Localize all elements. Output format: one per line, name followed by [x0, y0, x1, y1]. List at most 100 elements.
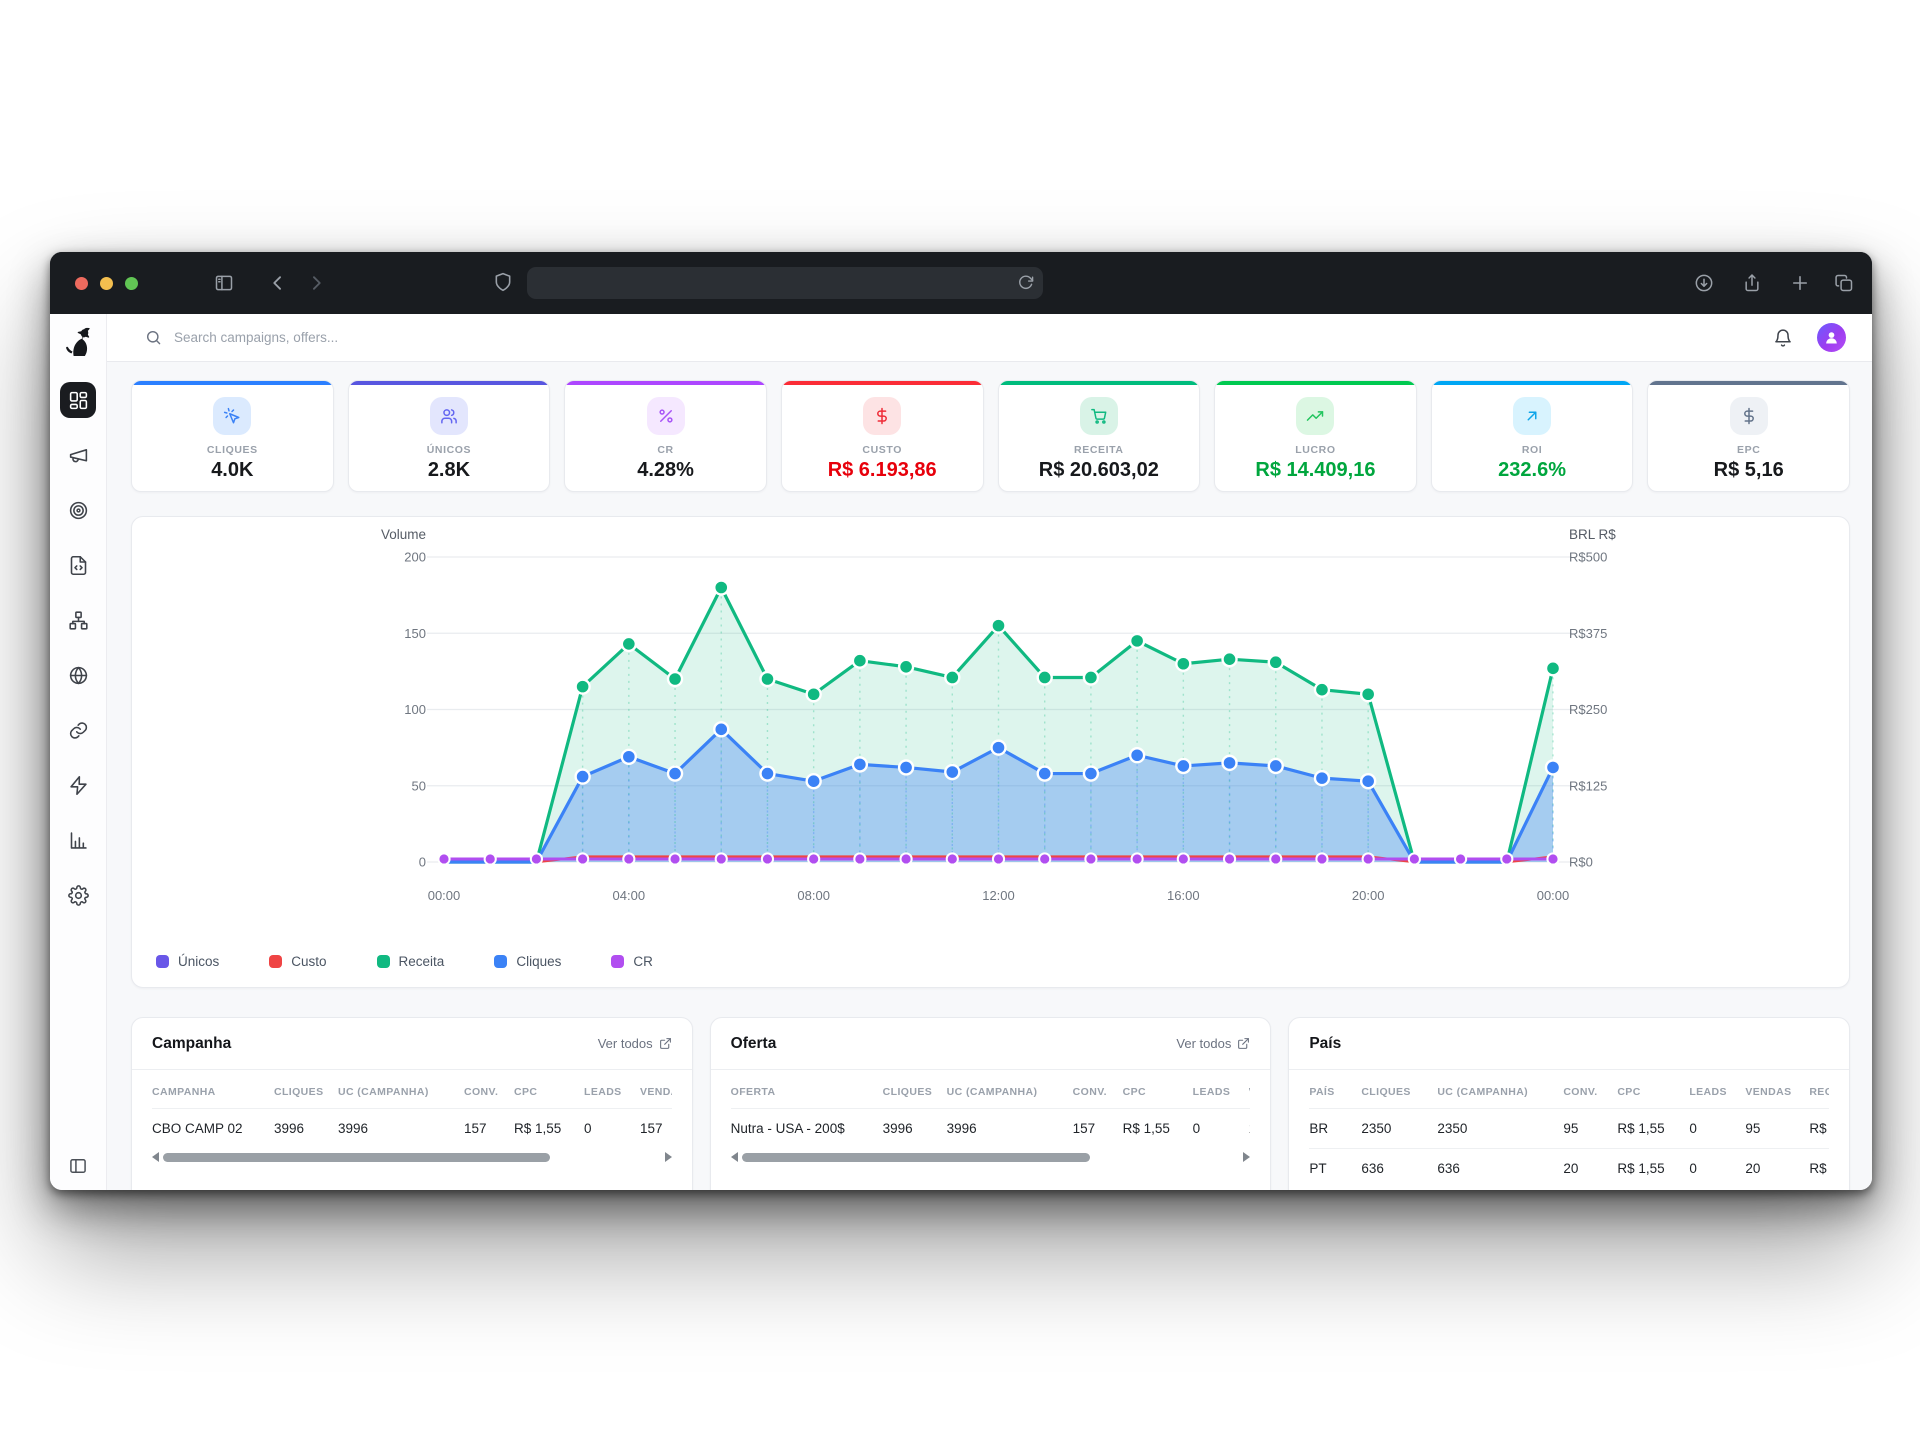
global-search[interactable] — [145, 329, 1773, 346]
table-cell: R$ 1,55 — [1617, 1148, 1689, 1188]
column-header: VENDAS — [1745, 1074, 1809, 1108]
minimize-window-button[interactable] — [100, 277, 113, 290]
dollar-icon — [863, 397, 901, 435]
ver-todos-link[interactable]: Ver todos — [1176, 1036, 1250, 1051]
scrollbar-thumb[interactable] — [742, 1153, 1090, 1162]
table-cell: BR — [1309, 1108, 1361, 1148]
stat-value: 4.0K — [211, 459, 253, 482]
shield-icon[interactable] — [493, 272, 513, 292]
users-icon — [430, 397, 468, 435]
browser-sidebar-toggle-icon[interactable] — [214, 273, 234, 293]
stat-accent-bar — [999, 381, 1200, 385]
column-header: CLIQUES — [883, 1074, 947, 1108]
sidebar-item-bar-chart[interactable] — [60, 822, 96, 858]
target-icon — [68, 500, 89, 521]
sidebar-item-link[interactable] — [60, 712, 96, 748]
globe-icon — [68, 665, 89, 686]
table-cell: 2350 — [1361, 1108, 1437, 1148]
horizontal-scrollbar[interactable] — [731, 1149, 1251, 1165]
stat-accent-bar — [1215, 381, 1416, 385]
stat-value: R$ 5,16 — [1714, 459, 1784, 482]
sidebar-item-globe[interactable] — [60, 657, 96, 693]
table-cell: 95 — [1563, 1108, 1617, 1148]
svg-text:08:00: 08:00 — [797, 888, 830, 903]
legend-item-únicos[interactable]: Únicos — [156, 954, 219, 969]
stat-card-lucro: LUCROR$ 14.409,16 — [1214, 380, 1417, 492]
stat-label: RECEITA — [1074, 444, 1124, 456]
legend-swatch — [269, 955, 282, 968]
svg-text:R$125: R$125 — [1569, 778, 1607, 793]
scroll-left-arrow[interactable] — [152, 1152, 159, 1162]
scroll-left-arrow[interactable] — [731, 1152, 738, 1162]
share-icon[interactable] — [1742, 273, 1762, 293]
back-icon[interactable] — [268, 273, 288, 293]
table-cell: 0 — [1689, 1148, 1745, 1188]
svg-text:04:00: 04:00 — [613, 888, 646, 903]
dog-logo[interactable] — [63, 326, 93, 356]
column-header: CLIQUES — [274, 1074, 338, 1108]
sidebar-item-file-code[interactable] — [60, 547, 96, 583]
legend-item-cr[interactable]: CR — [611, 954, 653, 969]
column-header: OFERTA — [731, 1074, 883, 1108]
stat-value: R$ 14.409,16 — [1255, 459, 1375, 482]
sidebar-item-target[interactable] — [60, 492, 96, 528]
click-icon — [213, 397, 251, 435]
dollar-icon — [1730, 397, 1768, 435]
search-icon — [145, 329, 162, 346]
zoom-window-button[interactable] — [125, 277, 138, 290]
volume-chart: 200R$500150R$375100R$25050R$1250R$0Volum… — [132, 517, 1851, 989]
new-tab-icon[interactable] — [1790, 273, 1810, 293]
ver-todos-label: Ver todos — [1176, 1036, 1231, 1051]
svg-text:R$0: R$0 — [1569, 855, 1593, 870]
legend-item-receita[interactable]: Receita — [377, 954, 445, 969]
legend-item-custo[interactable]: Custo — [269, 954, 326, 969]
sidebar-item-dashboard[interactable] — [60, 382, 96, 418]
svg-text:BRL R$: BRL R$ — [1569, 527, 1616, 542]
notifications-bell-icon[interactable] — [1773, 328, 1793, 348]
column-header: CAMPANHA — [152, 1074, 274, 1108]
tab-overview-icon[interactable] — [1834, 273, 1854, 293]
app-sidebar — [50, 314, 107, 1190]
table-cell: 0 — [1193, 1108, 1249, 1148]
sidebar-item-zap[interactable] — [60, 767, 96, 803]
stat-value: R$ 6.193,86 — [828, 459, 937, 482]
column-header: CPC — [1123, 1074, 1193, 1108]
megaphone-icon — [68, 445, 89, 466]
stat-cards-row: CLIQUES4.0KÚNICOS2.8KCR4.28%CUSTOR$ 6.19… — [131, 380, 1850, 492]
legend-item-cliques[interactable]: Cliques — [494, 954, 561, 969]
horizontal-scrollbar[interactable] — [152, 1149, 672, 1165]
table-body: OFERTACLIQUESUC (CAMPANHA)CONV.CPCLEADSV… — [711, 1070, 1271, 1171]
search-input[interactable] — [174, 330, 594, 345]
stat-label: CUSTO — [862, 444, 902, 456]
users-icon — [440, 407, 458, 425]
table-card-país: PaísPAÍSCLIQUESUC (CAMPANHA)CONV.CPCLEAD… — [1288, 1017, 1850, 1190]
stat-accent-bar — [1432, 381, 1633, 385]
trending-up-icon — [1306, 407, 1324, 425]
scrollbar-thumb[interactable] — [163, 1153, 550, 1162]
sidebar-item-sitemap[interactable] — [60, 602, 96, 638]
table-cell: 3996 — [883, 1108, 947, 1148]
stat-accent-bar — [782, 381, 983, 385]
sidebar-collapse[interactable] — [50, 1156, 106, 1176]
stat-card-cr: CR4.28% — [564, 380, 767, 492]
arrow-up-right-icon — [1513, 397, 1551, 435]
downloads-icon[interactable] — [1694, 273, 1714, 293]
scroll-right-arrow[interactable] — [665, 1152, 672, 1162]
sidebar-item-megaphone[interactable] — [60, 437, 96, 473]
legend-label: Cliques — [516, 954, 561, 969]
user-avatar[interactable] — [1817, 323, 1846, 352]
table-cell: 157 — [640, 1108, 672, 1148]
address-bar[interactable] — [527, 267, 1043, 299]
scroll-right-arrow[interactable] — [1243, 1152, 1250, 1162]
close-window-button[interactable] — [75, 277, 88, 290]
column-header: CONV. — [1073, 1074, 1123, 1108]
stat-label: CLIQUES — [207, 444, 258, 456]
sidebar-item-settings[interactable] — [60, 877, 96, 913]
ver-todos-link[interactable]: Ver todos — [598, 1036, 672, 1051]
reload-icon[interactable] — [1017, 274, 1034, 291]
bar-chart-icon — [68, 830, 89, 851]
forward-icon[interactable] — [306, 273, 326, 293]
stat-label: EPC — [1737, 444, 1760, 456]
address-input[interactable] — [527, 267, 1043, 299]
column-header: RECEITA (CO — [1809, 1074, 1829, 1108]
